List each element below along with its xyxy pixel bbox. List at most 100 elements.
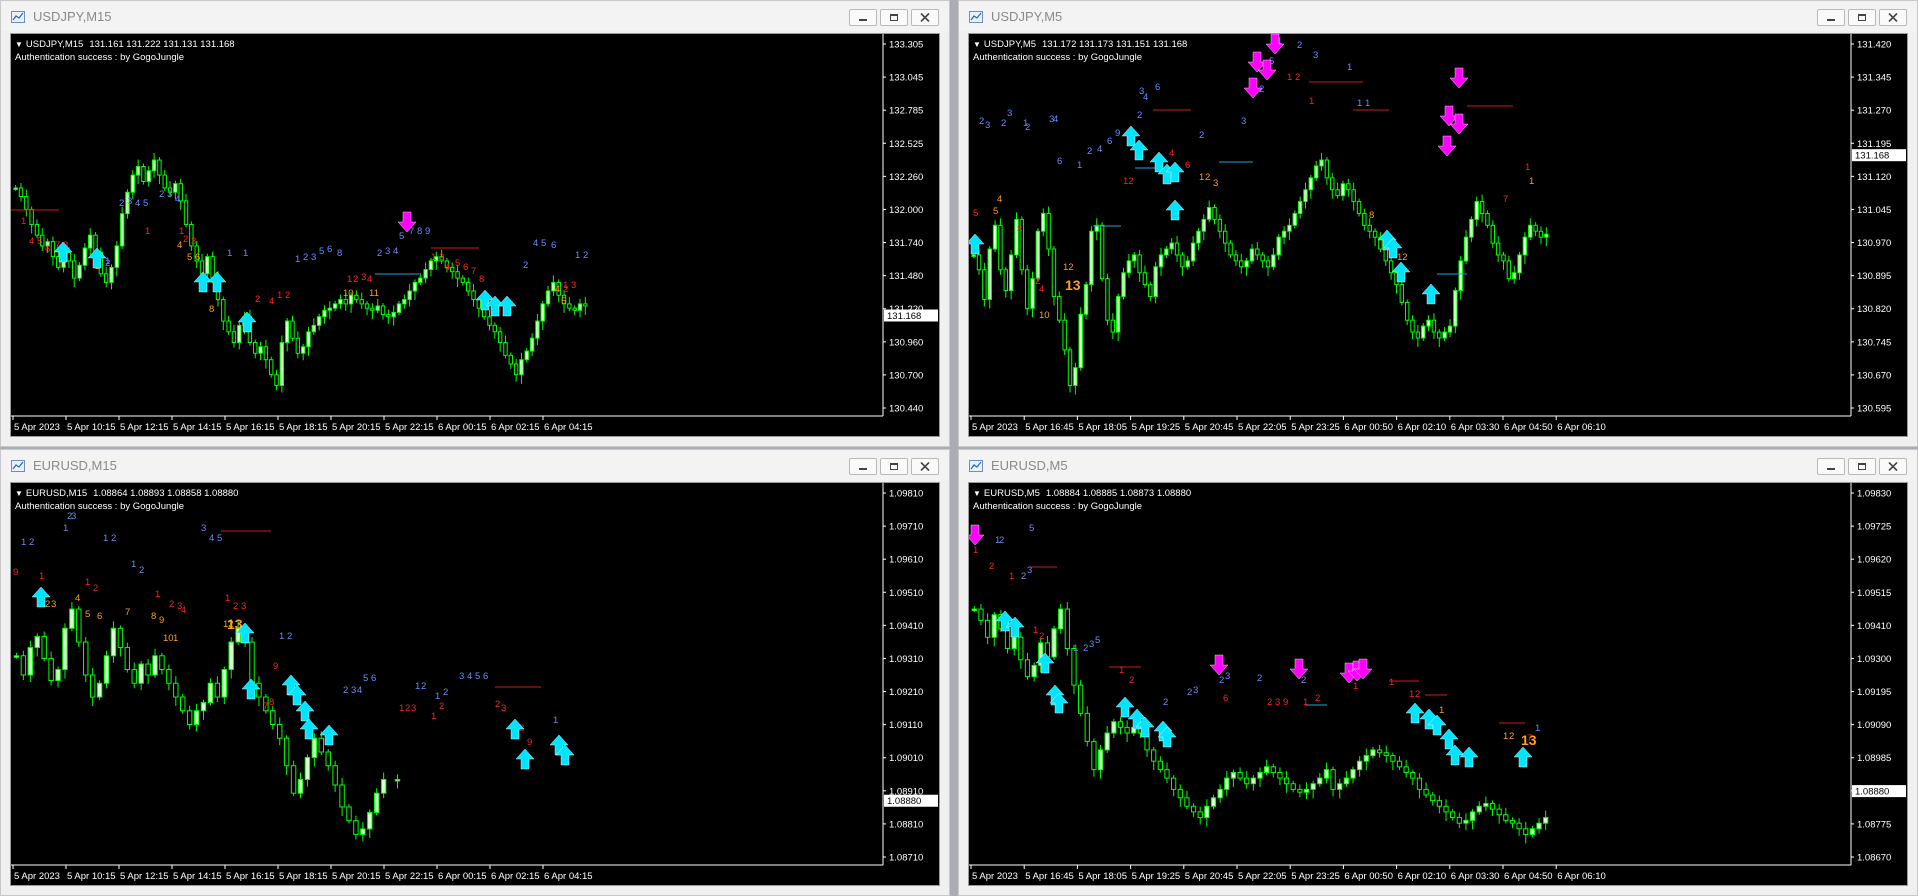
sell-arrow-icon (969, 524, 985, 546)
maximize-button[interactable] (1848, 9, 1876, 26)
price-scale-label: 1.08775 (1857, 819, 1891, 830)
close-button[interactable] (911, 9, 939, 26)
candle (1217, 788, 1223, 799)
time-scale-label: 6 Apr 02:15 (491, 871, 540, 882)
candle (375, 305, 380, 311)
count-label: 5 (541, 238, 546, 249)
price-scale-label: 1.09410 (889, 621, 923, 632)
price-scale-label: 131.420 (1857, 40, 1891, 51)
time-scale-label: 6 Apr 03:30 (1451, 422, 1500, 433)
minimize-button[interactable] (1817, 9, 1845, 26)
candle (1237, 771, 1243, 779)
candle (24, 196, 29, 210)
collapse-triangle-icon[interactable]: ▼ (973, 489, 981, 498)
price-chart[interactable]: 1.09830 1.09725 1.09620 1.09515 1.09410 1.093… (969, 483, 1907, 885)
price-scale-label: 132.525 (889, 139, 923, 150)
candle (1164, 248, 1169, 256)
collapse-triangle-icon[interactable]: ▼ (973, 40, 981, 49)
close-button[interactable] (911, 458, 939, 475)
buy-arrow-icon (299, 718, 319, 740)
time-scale-label: 5 Apr 22:05 (1238, 871, 1287, 882)
collapse-triangle-icon[interactable]: ▼ (15, 489, 23, 498)
chart-window-usdjpy-m5[interactable]: USDJPY,M5 131.420 131.345 131.270 131.195 13… (958, 0, 1918, 447)
count-label: 6 (1155, 82, 1160, 93)
window-title: USDJPY,M15 (33, 9, 112, 24)
count-label: 4 (1097, 144, 1102, 155)
candle (1057, 295, 1062, 321)
candle (1121, 272, 1126, 297)
time-scale-label: 5 Apr 2023 (14, 422, 60, 433)
candle (373, 792, 380, 813)
candle (119, 213, 125, 247)
candle (346, 806, 352, 822)
candle (1319, 159, 1324, 167)
candle (1124, 726, 1130, 734)
chart-window-eurusd-m15[interactable]: EURUSD,M15 1.09810 1.09710 1.09610 1.09510 1… (0, 449, 950, 896)
candle (1046, 212, 1051, 250)
count-label: 7 (125, 607, 130, 618)
chart-window-usdjpy-m15[interactable]: USDJPY,M15 133.305 133.045 132.785 132.525 1… (0, 0, 950, 447)
candle (1142, 272, 1148, 286)
chart-area[interactable]: 133.305 133.045 132.785 132.525 132.260 132.0… (10, 33, 940, 437)
candle (1153, 266, 1158, 297)
candle (173, 682, 179, 698)
candle (394, 778, 401, 782)
window-titlebar[interactable]: EURUSD,M15 (1, 450, 949, 480)
price-scale-label: 1.09195 (1857, 687, 1891, 698)
count-label: 3 (1193, 685, 1198, 696)
time-scale-label: 5 Apr 18:15 (279, 422, 328, 433)
time-scale-label: 5 Apr 20:45 (1185, 871, 1234, 882)
time-scale-label: 5 Apr 2023 (972, 422, 1018, 433)
window-titlebar[interactable]: USDJPY,M15 (1, 1, 949, 31)
candle (339, 784, 345, 808)
minimize-button[interactable] (1817, 458, 1845, 475)
price-chart[interactable]: 131.420 131.345 131.270 131.195 131.120 131.0… (969, 34, 1907, 436)
maximize-button[interactable] (880, 458, 908, 475)
count-label: 2 (495, 699, 500, 710)
auth-message: Authentication success : by GogoJungle (15, 52, 184, 63)
candle (1489, 802, 1496, 810)
collapse-triangle-icon[interactable]: ▼ (15, 40, 23, 49)
chart-area[interactable]: 1.09830 1.09725 1.09620 1.09515 1.09410 1.093… (968, 482, 1908, 886)
candle (418, 277, 423, 283)
time-scale-label: 6 Apr 06:10 (1557, 422, 1606, 433)
close-button[interactable] (1879, 458, 1907, 475)
close-button[interactable] (1879, 9, 1907, 26)
count-label: 1 (85, 577, 90, 588)
time-scale-label: 6 Apr 00:15 (438, 871, 487, 882)
chart-window-eurusd-m5[interactable]: EURUSD,M5 1.09830 1.09725 1.09620 1.09515 1.… (958, 449, 1918, 896)
count-label: 2 (1297, 40, 1302, 51)
window-titlebar[interactable]: USDJPY,M5 (959, 1, 1917, 31)
minimize-button[interactable] (849, 458, 877, 475)
chart-area[interactable]: 131.420 131.345 131.270 131.195 131.120 131.0… (968, 33, 1908, 437)
candle (1250, 777, 1256, 785)
minimize-button[interactable] (849, 9, 877, 26)
price-chart[interactable]: 1.09810 1.09710 1.09610 1.09510 1.09410 1.093… (11, 483, 939, 885)
count-label: 2 (1301, 675, 1306, 686)
candle (13, 187, 18, 190)
maximize-button[interactable] (1848, 458, 1876, 475)
time-scale-label: 6 Apr 02:10 (1398, 871, 1447, 882)
price-chart[interactable]: 133.305 133.045 132.785 132.525 132.260 132.0… (11, 34, 939, 436)
candle (253, 342, 258, 354)
candle (1415, 331, 1421, 339)
count-label: 2 (45, 599, 50, 610)
candle (1516, 822, 1522, 830)
candle (487, 316, 492, 326)
price-scale-label: 1.09510 (889, 588, 923, 599)
count-label: 2 (343, 685, 348, 696)
candle (1035, 230, 1041, 280)
candle (1249, 248, 1255, 262)
candle (1201, 218, 1207, 232)
window-titlebar[interactable]: EURUSD,M5 (959, 450, 1917, 480)
candle (1356, 201, 1362, 214)
count-label: 1 (1353, 681, 1358, 692)
price-scale-label: 131.480 (889, 271, 923, 282)
count-label: 1 (103, 533, 108, 544)
chart-area[interactable]: 1.09810 1.09710 1.09610 1.09510 1.09410 1.093… (10, 482, 940, 886)
maximize-button[interactable] (880, 9, 908, 26)
chart-header: ▼ USDJPY,M5 131.172 131.173 131.151 131.16… (973, 38, 1187, 64)
count-label: 1 (131, 559, 136, 570)
time-scale-label: 5 Apr 20:15 (332, 871, 381, 882)
candle (157, 159, 162, 176)
